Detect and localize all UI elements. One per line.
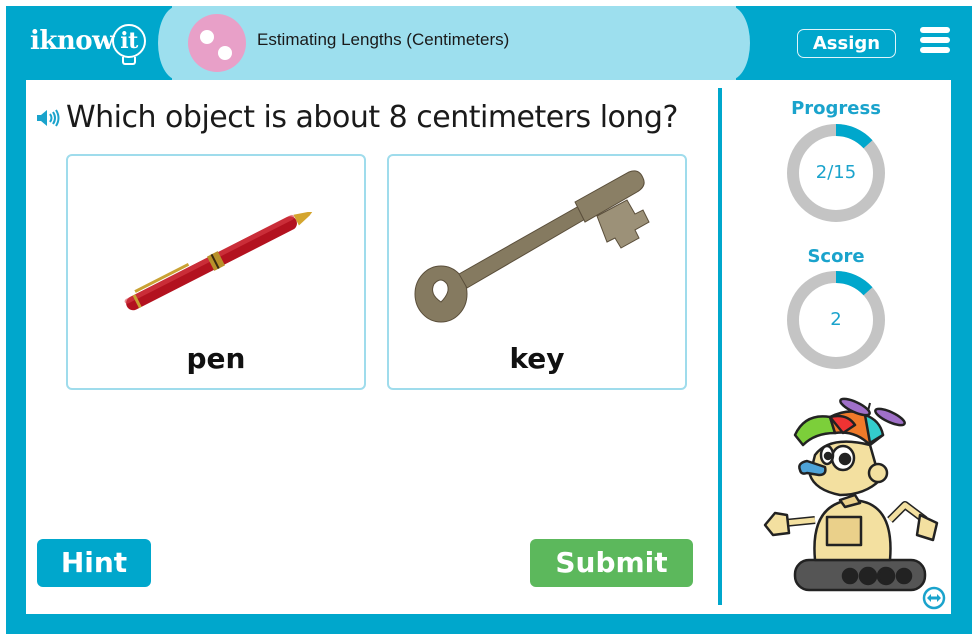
logo-bulb-text: it [120,28,138,54]
topic-icon-dot [218,46,232,60]
robot-mascot [763,397,939,592]
score-title: Score [807,246,865,267]
question-text: Which object is about 8 centimeters long… [66,100,678,135]
red-pen-image [124,211,313,311]
topic-title: Estimating Lengths (Centimeters) [257,30,510,49]
assign-button[interactable]: Assign [797,29,896,58]
lightbulb-icon: it [112,24,147,65]
hamburger-menu-icon[interactable] [920,27,950,53]
speaker-icon[interactable] [36,108,62,128]
choice-card-key[interactable]: key [387,154,687,390]
expand-arrows-icon[interactable] [922,586,946,610]
topic-icon-dot [200,30,214,44]
progress-title: Progress [791,98,881,119]
logo-text: iknow [30,26,115,56]
question: Which object is about 8 centimeters long… [36,100,678,135]
score-value: 2 [830,309,842,330]
panel-divider [718,88,722,605]
choice-label: pen [186,342,246,375]
progress-value: 2/15 [815,162,857,183]
skeleton-key-image [414,170,650,323]
submit-button[interactable]: Submit [530,539,693,587]
choice-label: key [509,342,565,375]
iknowit-logo[interactable]: iknow it [30,16,147,66]
topic-icon [188,14,246,72]
hint-button[interactable]: Hint [37,539,151,587]
choice-card-pen[interactable]: pen [66,154,366,390]
